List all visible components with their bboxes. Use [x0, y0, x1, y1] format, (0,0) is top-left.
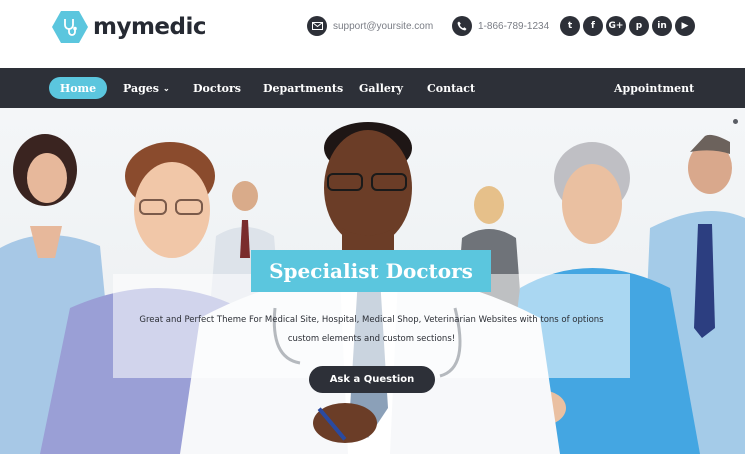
site-logo[interactable]: mymedic	[52, 11, 207, 43]
hero-slider: Specialist Doctors Great and Perfect The…	[0, 108, 745, 454]
nav-departments[interactable]: Departments	[263, 68, 343, 108]
nav-appointment[interactable]: Appointment	[614, 68, 694, 108]
site-header: mymedic support@yoursite.com 1-866-789-1…	[0, 0, 745, 68]
hero-description-line2: custom elements and custom sections!	[287, 334, 456, 344]
hero-description: Great and Perfect Theme For Medical Site…	[139, 315, 604, 325]
pinterest-icon[interactable]: p	[629, 16, 649, 36]
email-text: support@yoursite.com	[333, 20, 434, 32]
nav-pages[interactable]: Pages ⌄	[123, 68, 170, 108]
facebook-icon[interactable]: f	[583, 16, 603, 36]
nav-pages-label: Pages	[123, 81, 159, 95]
phone-text: 1-866-789-1234	[478, 20, 550, 32]
youtube-icon[interactable]: ▶	[675, 16, 695, 36]
brand-name: mymedic	[93, 14, 207, 40]
nav-doctors[interactable]: Doctors	[193, 68, 241, 108]
chevron-down-icon: ⌄	[163, 83, 170, 93]
linkedin-icon[interactable]: in	[652, 16, 672, 36]
contact-email[interactable]: support@yoursite.com	[307, 16, 433, 36]
twitter-icon[interactable]: t	[560, 16, 580, 36]
nav-contact[interactable]: Contact	[427, 68, 475, 108]
hero-title: Specialist Doctors	[251, 250, 491, 292]
stethoscope-icon	[52, 11, 88, 43]
google-plus-icon[interactable]: G+	[606, 16, 626, 36]
nav-gallery[interactable]: Gallery	[359, 68, 403, 108]
contact-phone[interactable]: 1-866-789-1234	[452, 16, 549, 36]
nav-home[interactable]: Home	[49, 77, 107, 99]
phone-icon	[452, 16, 472, 36]
ask-question-button[interactable]: Ask a Question	[309, 366, 435, 393]
social-links: t f G+ p in ▶	[560, 16, 695, 36]
slider-indicator[interactable]	[733, 119, 738, 124]
main-nav: Home Pages ⌄ Doctors Departments Gallery…	[0, 68, 745, 108]
envelope-icon	[307, 16, 327, 36]
